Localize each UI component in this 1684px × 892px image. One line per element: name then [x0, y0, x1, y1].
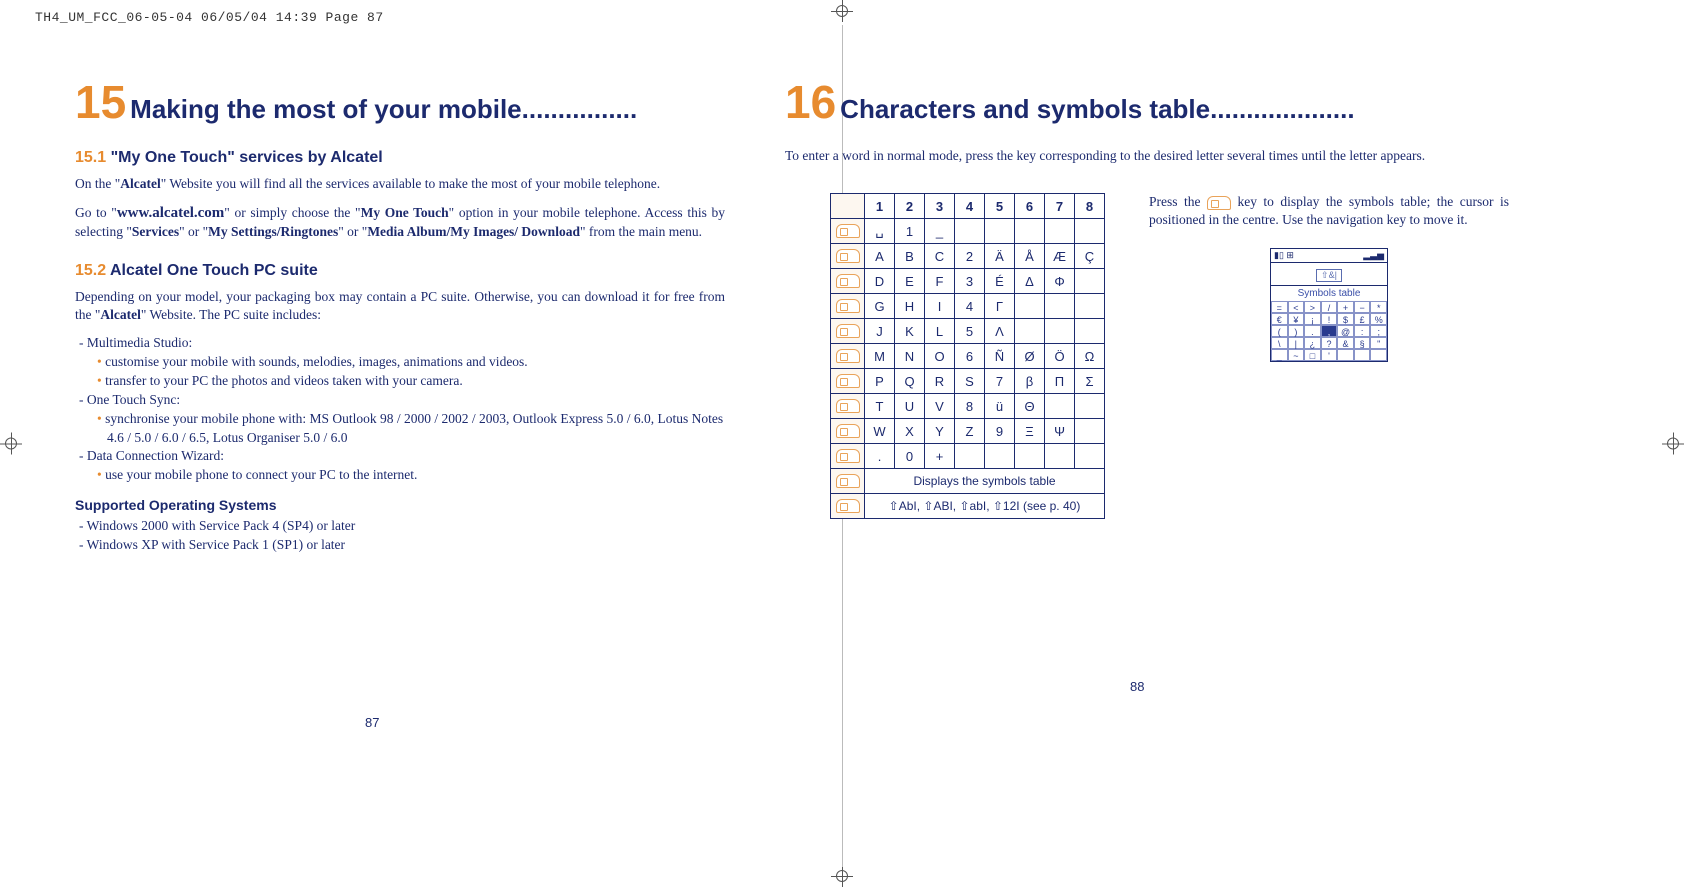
- symbol-cell: [1370, 349, 1387, 361]
- section-number: 15.1: [75, 149, 106, 166]
- status-bar: ▮▯ ⊞ ▂▃▅: [1271, 249, 1387, 263]
- symbol-cell: \: [1271, 337, 1288, 349]
- key-2-icon: [836, 249, 860, 263]
- symbol-cell: ,: [1321, 325, 1338, 337]
- symbol-cell: ': [1321, 349, 1338, 361]
- os-heading: Supported Operating Systems: [75, 497, 725, 513]
- key-8-icon: [836, 399, 860, 413]
- key-9-icon: [836, 424, 860, 438]
- section-15-1-head: 15.1 "My One Touch" services by Alcatel: [75, 149, 725, 167]
- crop-mark-top: [831, 0, 853, 27]
- crop-mark-left: [0, 433, 22, 460]
- symbol-cell: [1354, 349, 1371, 361]
- section-title: "My One Touch" services by Alcatel: [111, 149, 383, 166]
- symbol-cell: ~: [1288, 349, 1305, 361]
- page-number: 87: [365, 715, 379, 730]
- star-key-icon: [1207, 196, 1231, 210]
- key-7-icon: [836, 374, 860, 388]
- key-0-icon: [836, 449, 860, 463]
- symbol-cell: ¡: [1304, 313, 1321, 325]
- symbol-cell: ?: [1321, 337, 1338, 349]
- symbols-grid: =<>/+−* €¥¡!$£% ().,@:; \|¿?&§" _~□': [1271, 301, 1387, 361]
- symbol-cell: _: [1271, 349, 1288, 361]
- section-15-2-head: 15.2 Alcatel One Touch PC suite: [75, 262, 725, 280]
- characters-table: 12345678␣1_ABC2ÄÅÆÇDEF3ÉΔΦGHI4ΓJKL5ΛMNO6…: [830, 193, 1105, 519]
- symbol-cell: ): [1288, 325, 1305, 337]
- symbol-cell: ¥: [1288, 313, 1305, 325]
- symbol-cell: ;: [1370, 325, 1387, 337]
- key-hash-icon: [836, 499, 860, 513]
- list-item: - Data Connection Wizard:: [79, 447, 725, 466]
- input-row: ⇧&|: [1271, 263, 1387, 286]
- key-6-icon: [836, 349, 860, 363]
- list-item: - Multimedia Studio:: [79, 334, 725, 353]
- battery-icon: ▮▯ ⊞: [1274, 250, 1294, 261]
- symbol-cell: ": [1370, 337, 1387, 349]
- key-5-icon: [836, 324, 860, 338]
- page-number: 88: [1130, 679, 1144, 694]
- key-3-icon: [836, 274, 860, 288]
- list-subitem: • synchronise your mobile phone with: MS…: [79, 410, 725, 448]
- chapter-number: 15: [75, 76, 126, 128]
- symbol-cell: %: [1370, 313, 1387, 325]
- screen-title: Symbols table: [1271, 286, 1387, 301]
- list-subitem: • use your mobile phone to connect your …: [79, 466, 725, 485]
- symbol-cell: |: [1288, 337, 1305, 349]
- page-88: 16 Characters and symbols table.........…: [785, 75, 1485, 519]
- key-4-icon: [836, 299, 860, 313]
- symbol-cell: £: [1354, 313, 1371, 325]
- symbol-cell: −: [1354, 301, 1371, 313]
- symbol-cell: (: [1271, 325, 1288, 337]
- list-item: - Windows 2000 with Service Pack 4 (SP4)…: [79, 517, 725, 536]
- symbol-cell: >: [1304, 301, 1321, 313]
- symbol-cell: $: [1337, 313, 1354, 325]
- signal-icon: ▂▃▅: [1363, 250, 1384, 261]
- symbol-cell: .: [1304, 325, 1321, 337]
- section-title: Alcatel One Touch PC suite: [110, 262, 318, 279]
- phone-screen-mock: ▮▯ ⊞ ▂▃▅ ⇧&| Symbols table =<>/+−* €¥¡!$£…: [1270, 248, 1388, 362]
- symbol-cell: *: [1370, 301, 1387, 313]
- intro-text: To enter a word in normal mode, press th…: [785, 147, 1485, 165]
- symbol-cell: +: [1337, 301, 1354, 313]
- os-list: - Windows 2000 with Service Pack 4 (SP4)…: [75, 517, 725, 555]
- symbol-cell: !: [1321, 313, 1338, 325]
- list-subitem: • customise your mobile with sounds, mel…: [79, 353, 725, 372]
- symbol-cell: :: [1354, 325, 1371, 337]
- symbol-cell: [1337, 349, 1354, 361]
- key-star-icon: [836, 474, 860, 488]
- section-number: 15.2: [75, 262, 106, 279]
- crop-mark-bottom: [831, 865, 853, 892]
- chapter-heading: 15 Making the most of your mobile.......…: [75, 75, 725, 129]
- symbol-cell: §: [1354, 337, 1371, 349]
- feature-list: - Multimedia Studio: • customise your mo…: [75, 334, 725, 485]
- symbol-cell: @: [1337, 325, 1354, 337]
- symbols-column: Press the key to display the symbols tab…: [1149, 193, 1509, 361]
- paragraph: Depending on your model, your packaging …: [75, 288, 725, 324]
- list-item: - Windows XP with Service Pack 1 (SP1) o…: [79, 536, 725, 555]
- symbol-cell: =: [1271, 301, 1288, 313]
- chapter-title: Characters and symbols table............…: [840, 94, 1354, 124]
- list-item: - One Touch Sync:: [79, 391, 725, 410]
- side-text: Press the key to display the symbols tab…: [1149, 193, 1509, 229]
- page-87: 15 Making the most of your mobile.......…: [75, 75, 725, 555]
- symbol-cell: &: [1337, 337, 1354, 349]
- chapter-title: Making the most of your mobile..........…: [130, 94, 637, 124]
- chapter-heading: 16 Characters and symbols table.........…: [785, 75, 1485, 129]
- paragraph: On the "Alcatel" Website you will find a…: [75, 175, 725, 193]
- paragraph: Go to "www.alcatel.com" or simply choose…: [75, 203, 725, 241]
- symbol-cell: ¿: [1304, 337, 1321, 349]
- crop-mark-right: [1662, 433, 1684, 460]
- list-subitem: • transfer to your PC the photos and vid…: [79, 372, 725, 391]
- key-1-icon: [836, 224, 860, 238]
- symbol-cell: <: [1288, 301, 1305, 313]
- print-header: TH4_UM_FCC_06-05-04 06/05/04 14:39 Page …: [35, 10, 384, 25]
- chapter-number: 16: [785, 76, 836, 128]
- symbol-cell: €: [1271, 313, 1288, 325]
- symbol-cell: □: [1304, 349, 1321, 361]
- symbol-cell: /: [1321, 301, 1338, 313]
- input-box: ⇧&|: [1316, 269, 1342, 282]
